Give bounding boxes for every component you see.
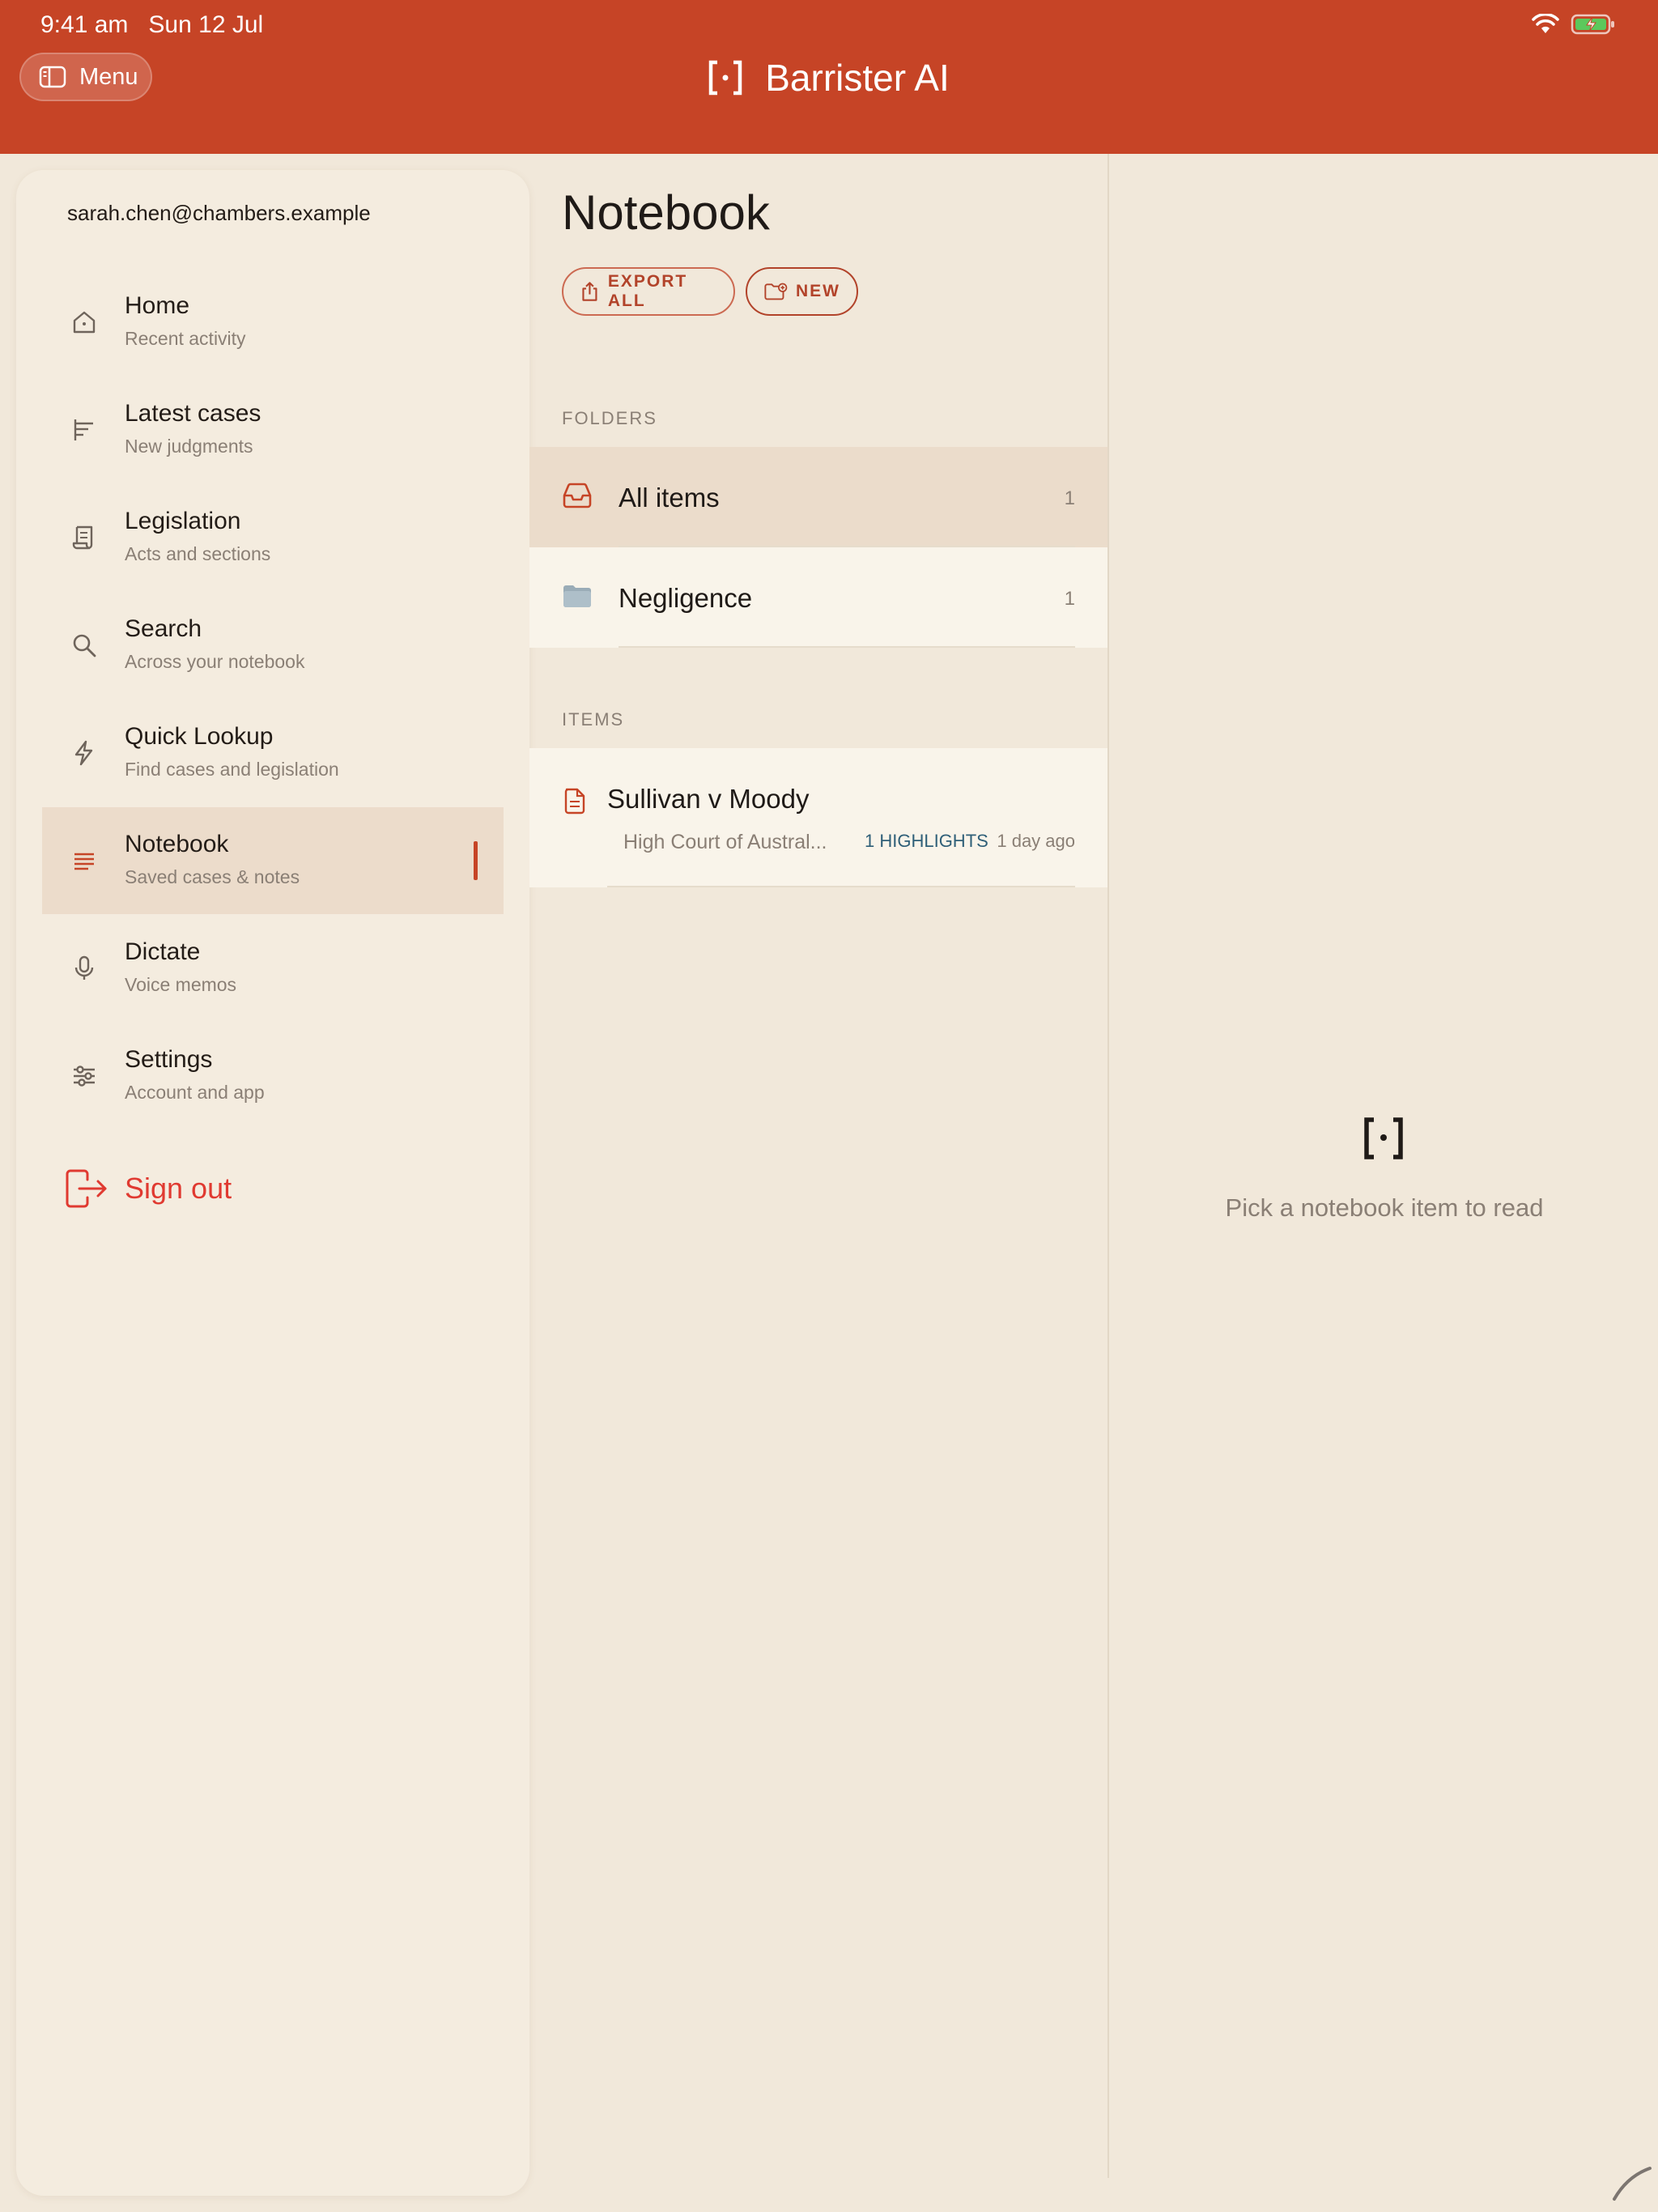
sidebar-item-label: Latest cases	[125, 400, 261, 427]
microphone-icon	[68, 952, 100, 985]
column-divider	[1107, 154, 1109, 2178]
status-time: 9:41 am Sun 12 Jul	[40, 11, 263, 39]
share-icon	[582, 282, 597, 301]
resize-handle-icon	[1613, 2167, 1652, 2201]
sidebar-item-latest-cases[interactable]: Latest cases New judgments	[42, 376, 504, 483]
home-icon	[68, 306, 100, 338]
lightning-icon	[68, 737, 100, 769]
sidebar-item-label: Notebook	[125, 831, 229, 857]
sidebar-item-legislation[interactable]: Legislation Acts and sections	[42, 484, 504, 591]
sidebar-item-notebook[interactable]: Notebook Saved cases & notes	[42, 807, 504, 914]
row-divider	[607, 886, 1075, 887]
scroll-icon	[68, 521, 100, 554]
new-folder-button[interactable]: NEW	[746, 267, 858, 316]
wifi-icon	[1532, 14, 1559, 33]
search-icon	[68, 629, 100, 661]
sidebar-item-subtitle: Saved cases & notes	[125, 866, 300, 887]
export-all-button[interactable]: EXPORT ALL	[562, 267, 735, 316]
item-title: Sullivan v Moody	[607, 784, 810, 814]
sliders-icon	[68, 1060, 100, 1092]
brand-logo-icon	[708, 60, 742, 96]
sidebar-item-label: Legislation	[125, 508, 241, 534]
notebook-icon	[68, 844, 100, 877]
sidebar-item-subtitle: Across your notebook	[125, 651, 305, 672]
sidebar-item-subtitle: Recent activity	[125, 328, 246, 349]
top-bar: 9:41 am Sun 12 Jul Menu Barrister AI	[0, 0, 1658, 154]
folder-row-negligence[interactable]: Negligence 1	[529, 547, 1107, 648]
items-heading: ITEMS	[562, 709, 625, 730]
battery-icon	[1571, 14, 1614, 35]
sign-out-button[interactable]: Sign out	[65, 1168, 232, 1209]
export-all-label: EXPORT ALL	[607, 272, 688, 310]
status-clock: 9:41 am	[40, 11, 129, 38]
sidebar-item-subtitle: Find cases and legislation	[125, 759, 339, 780]
sidebar-item-subtitle: New judgments	[125, 436, 253, 457]
latest-cases-icon	[68, 414, 100, 446]
row-divider	[619, 646, 1075, 648]
notebook-item-sullivan-v-moody[interactable]: Sullivan v Moody High Court of Austral..…	[529, 748, 1107, 887]
app-title: Barrister AI	[0, 53, 1658, 102]
reader-empty-message: Pick a notebook item to read	[1225, 1193, 1544, 1222]
sidebar: sarah.chen@chambers.example Home Recent …	[16, 170, 529, 2196]
sidebar-item-subtitle: Acts and sections	[125, 543, 271, 564]
sidebar-item-home[interactable]: Home Recent activity	[42, 269, 504, 376]
folder-add-icon	[764, 283, 788, 300]
folder-icon	[562, 581, 593, 615]
page-title: Notebook	[562, 185, 770, 240]
sidebar-item-label: Dictate	[125, 938, 201, 965]
folder-name: All items	[619, 483, 720, 513]
folders-heading: FOLDERS	[562, 408, 657, 428]
folder-count: 1	[1064, 588, 1075, 610]
document-icon	[563, 787, 586, 819]
sidebar-item-search[interactable]: Search Across your notebook	[42, 592, 504, 699]
sidebar-item-settings[interactable]: Settings Account and app	[42, 1023, 504, 1129]
sidebar-item-dictate[interactable]: Dictate Voice memos	[42, 915, 504, 1022]
folder-row-all-items[interactable]: All items 1	[529, 447, 1107, 547]
sidebar-item-subtitle: Account and app	[125, 1082, 265, 1103]
sidebar-item-quick-lookup[interactable]: Quick Lookup Find cases and legislation	[42, 700, 504, 806]
sidebar-item-subtitle: Voice memos	[125, 974, 237, 995]
status-date: Sun 12 Jul	[148, 11, 264, 38]
folder-count: 1	[1064, 487, 1075, 509]
item-highlights-count: 1 HIGHLIGHTS	[865, 831, 988, 851]
active-indicator	[474, 841, 478, 880]
folder-name: Negligence	[619, 583, 753, 613]
sidebar-item-label: Quick Lookup	[125, 723, 274, 750]
inbox-icon	[562, 481, 593, 514]
sidebar-item-label: Home	[125, 292, 190, 319]
brand-logo-icon	[1363, 1117, 1404, 1163]
account-email: sarah.chen@chambers.example	[67, 201, 371, 225]
app-name: Barrister AI	[765, 57, 950, 99]
sidebar-item-label: Search	[125, 615, 202, 642]
sidebar-item-label: Settings	[125, 1046, 213, 1073]
item-court: High Court of Austral...	[623, 831, 827, 853]
status-icons	[1532, 13, 1616, 36]
item-timestamp: 1 day ago	[997, 831, 1075, 851]
sign-out-label: Sign out	[125, 1172, 232, 1205]
sign-out-icon	[66, 1169, 107, 1208]
new-label: NEW	[796, 282, 840, 300]
